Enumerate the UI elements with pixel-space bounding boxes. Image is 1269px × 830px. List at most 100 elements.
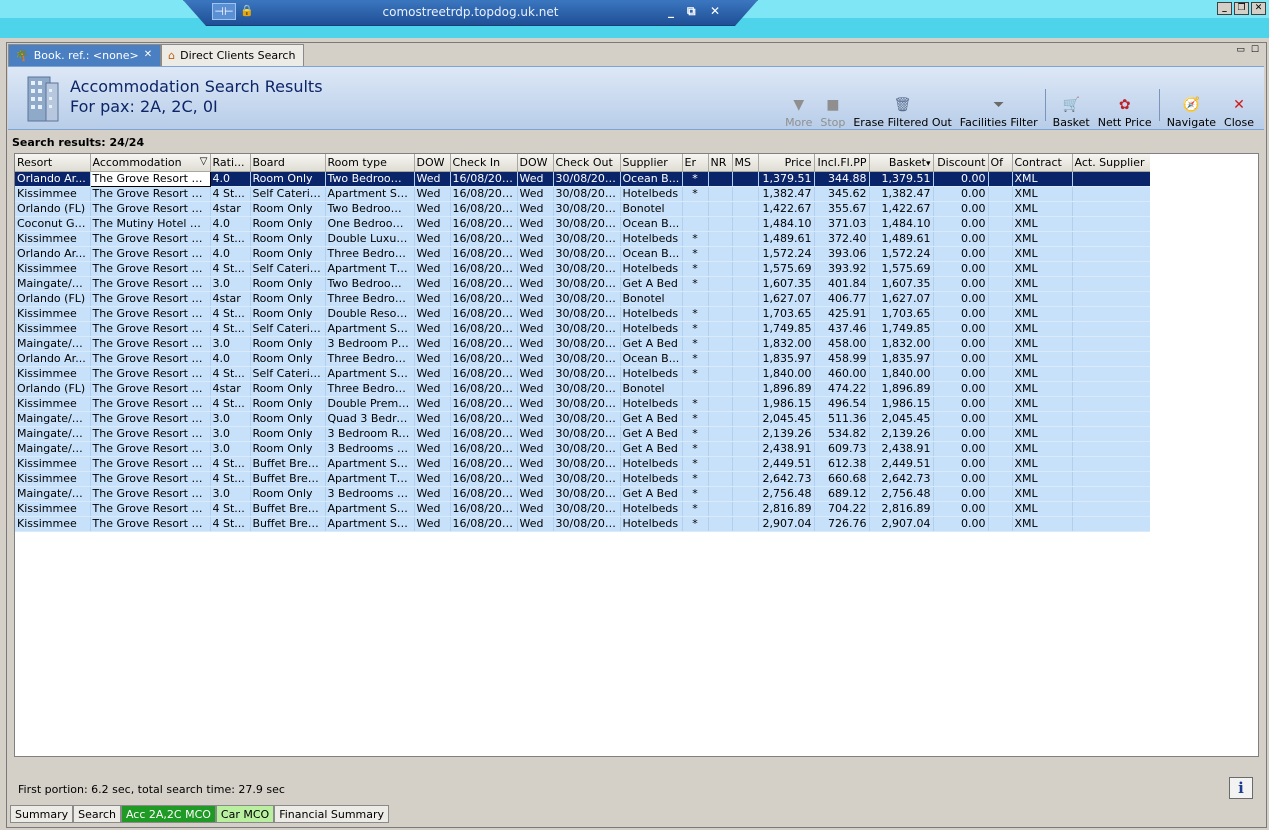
table-cell[interactable]: Room Only bbox=[250, 276, 326, 292]
table-cell[interactable]: * bbox=[682, 171, 709, 187]
column-filter-icon[interactable]: ▽ bbox=[200, 156, 208, 167]
table-cell[interactable]: 0.00 bbox=[933, 381, 989, 397]
bottom-tab[interactable]: Summary bbox=[10, 805, 74, 823]
table-cell[interactable]: 2,907.04 bbox=[869, 516, 934, 532]
table-cell[interactable] bbox=[732, 276, 759, 292]
table-cell[interactable]: Buffet Brea... bbox=[250, 471, 326, 487]
column-header[interactable]: Accommodation ▽ bbox=[90, 154, 211, 172]
table-cell[interactable]: 2,139.26 bbox=[758, 426, 815, 442]
table-cell[interactable]: 16/08/2017 bbox=[450, 396, 518, 412]
table-cell[interactable]: 30/08/2017 bbox=[553, 516, 621, 532]
table-cell[interactable]: Get A Bed bbox=[620, 411, 683, 427]
table-cell[interactable]: XML bbox=[1012, 501, 1073, 517]
table-cell[interactable]: Wed bbox=[517, 381, 554, 397]
table-cell[interactable]: 2,756.48 bbox=[758, 486, 815, 502]
table-cell[interactable]: The Grove Resort & ... bbox=[90, 246, 211, 262]
table-cell[interactable]: 1,627.07 bbox=[869, 291, 934, 307]
table-cell[interactable]: 0.00 bbox=[933, 231, 989, 247]
table-cell[interactable] bbox=[708, 411, 733, 427]
table-cell[interactable]: Hotelbeds bbox=[620, 366, 683, 382]
table-cell[interactable]: Maingate/Ki... bbox=[15, 426, 91, 442]
table-cell[interactable]: Wed bbox=[517, 426, 554, 442]
table-cell[interactable] bbox=[708, 336, 733, 352]
table-cell[interactable]: XML bbox=[1012, 456, 1073, 472]
table-row[interactable]: Kissimmee The Grove Resort & ... 4 St... Ro… bbox=[15, 396, 1151, 412]
table-row[interactable]: Maingate/Ki... The Grove Resort & ... 3.0 R… bbox=[15, 441, 1151, 457]
table-cell[interactable]: 16/08/2017 bbox=[450, 366, 518, 382]
table-cell[interactable]: Hotelbeds bbox=[620, 186, 683, 202]
table-cell[interactable] bbox=[732, 396, 759, 412]
table-cell[interactable]: Get A Bed bbox=[620, 336, 683, 352]
table-cell[interactable]: Hotelbeds bbox=[620, 471, 683, 487]
table-cell[interactable]: The Grove Resort & ... bbox=[90, 426, 211, 442]
table-cell[interactable]: XML bbox=[1012, 516, 1073, 532]
table-cell[interactable]: 16/08/2017 bbox=[450, 486, 518, 502]
table-cell[interactable]: 4 St... bbox=[210, 261, 251, 277]
table-cell[interactable]: Wed bbox=[414, 381, 451, 397]
table-cell[interactable]: Apartment Thr... bbox=[325, 471, 415, 487]
table-cell[interactable] bbox=[682, 201, 709, 217]
table-cell[interactable]: 458.99 bbox=[814, 351, 870, 367]
table-cell[interactable] bbox=[708, 186, 733, 202]
table-cell[interactable] bbox=[988, 426, 1013, 442]
table-cell[interactable]: Two Bedroom ... bbox=[325, 171, 415, 187]
table-cell[interactable]: Room Only bbox=[250, 201, 326, 217]
table-cell[interactable]: Wed bbox=[517, 456, 554, 472]
table-cell[interactable]: Buffet Brea... bbox=[250, 456, 326, 472]
stop-button[interactable]: ■ Stop bbox=[816, 94, 849, 129]
table-cell[interactable]: The Grove Resort & ... bbox=[90, 186, 211, 202]
table-cell[interactable]: 30/08/2017 bbox=[553, 201, 621, 217]
table-cell[interactable] bbox=[732, 486, 759, 502]
table-cell[interactable]: 4 St... bbox=[210, 501, 251, 517]
table-cell[interactable]: Buffet Brea... bbox=[250, 516, 326, 532]
table-cell[interactable]: 1,896.89 bbox=[869, 381, 934, 397]
table-cell[interactable]: 4star bbox=[210, 381, 251, 397]
table-cell[interactable]: 16/08/2017 bbox=[450, 276, 518, 292]
table-cell[interactable] bbox=[708, 471, 733, 487]
table-cell[interactable]: 30/08/2017 bbox=[553, 186, 621, 202]
table-cell[interactable] bbox=[732, 261, 759, 277]
table-cell[interactable]: XML bbox=[1012, 426, 1073, 442]
table-cell[interactable]: 2,816.89 bbox=[758, 501, 815, 517]
table-cell[interactable]: 2,642.73 bbox=[758, 471, 815, 487]
table-row[interactable]: Maingate/Ki... The Grove Resort & ... 3.0 R… bbox=[15, 411, 1151, 427]
table-cell[interactable]: 2,449.51 bbox=[758, 456, 815, 472]
table-cell[interactable]: 30/08/2017 bbox=[553, 426, 621, 442]
table-cell[interactable] bbox=[1072, 411, 1151, 427]
table-cell[interactable]: 1,835.97 bbox=[758, 351, 815, 367]
table-cell[interactable] bbox=[1072, 321, 1151, 337]
table-cell[interactable]: Ocean B... bbox=[620, 351, 683, 367]
table-row[interactable]: Orlando (FL) The Grove Resort an... 4star R… bbox=[15, 381, 1151, 397]
table-cell[interactable]: 1,489.61 bbox=[869, 231, 934, 247]
table-cell[interactable]: 30/08/2017 bbox=[553, 351, 621, 367]
table-cell[interactable]: 1,422.67 bbox=[758, 201, 815, 217]
column-header[interactable]: MS bbox=[732, 154, 759, 172]
close-remote-button[interactable]: ✕ bbox=[710, 4, 720, 18]
table-cell[interactable]: Apartment Thr... bbox=[325, 261, 415, 277]
table-cell[interactable]: One Bedroom ... bbox=[325, 216, 415, 232]
maximize-window-button[interactable]: ❐ bbox=[1234, 2, 1249, 15]
table-cell[interactable]: Orlando Ar... bbox=[15, 171, 91, 187]
table-cell[interactable]: 3 Bedroom Res... bbox=[325, 426, 415, 442]
table-cell[interactable]: Room Only bbox=[250, 381, 326, 397]
table-cell[interactable]: Two Bedroom ... bbox=[325, 276, 415, 292]
table-cell[interactable]: Apartment Sup... bbox=[325, 366, 415, 382]
table-cell[interactable]: XML bbox=[1012, 216, 1073, 232]
table-cell[interactable]: Wed bbox=[517, 471, 554, 487]
table-cell[interactable] bbox=[988, 411, 1013, 427]
table-cell[interactable]: XML bbox=[1012, 366, 1073, 382]
table-cell[interactable] bbox=[988, 471, 1013, 487]
table-cell[interactable]: The Grove Resort & ... bbox=[90, 351, 211, 367]
table-cell[interactable]: Wed bbox=[517, 246, 554, 262]
table-cell[interactable]: Room Only bbox=[250, 246, 326, 262]
column-header[interactable]: NR bbox=[708, 154, 733, 172]
table-cell[interactable]: 0.00 bbox=[933, 261, 989, 277]
table-cell[interactable]: 3.0 bbox=[210, 441, 251, 457]
table-cell[interactable]: 3.0 bbox=[210, 276, 251, 292]
table-cell[interactable]: 30/08/2017 bbox=[553, 441, 621, 457]
table-cell[interactable]: Wed bbox=[414, 471, 451, 487]
bottom-tab[interactable]: Search bbox=[73, 805, 121, 823]
table-cell[interactable]: 30/08/2017 bbox=[553, 486, 621, 502]
table-cell[interactable]: 1,832.00 bbox=[758, 336, 815, 352]
table-cell[interactable]: XML bbox=[1012, 411, 1073, 427]
